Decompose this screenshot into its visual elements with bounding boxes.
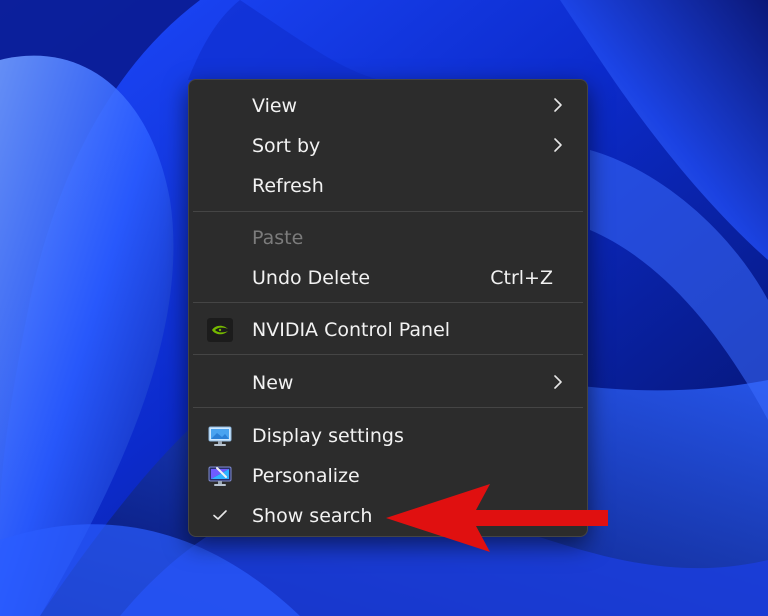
desktop-context-menu: View Sort by Refresh Paste Undo Delete C…	[188, 79, 588, 537]
menu-item-display-settings[interactable]: Display settings	[193, 417, 583, 455]
menu-item-undo-delete[interactable]: Undo Delete Ctrl+Z	[193, 259, 583, 297]
desktop[interactable]: View Sort by Refresh Paste Undo Delete C…	[0, 0, 768, 616]
menu-item-label: Display settings	[252, 425, 404, 447]
menu-item-view[interactable]: View	[193, 87, 583, 125]
menu-item-label: Personalize	[252, 465, 360, 487]
checkmark-icon	[213, 510, 227, 520]
menu-item-new[interactable]: New	[193, 364, 583, 402]
chevron-right-icon	[554, 138, 562, 152]
menu-item-refresh[interactable]: Refresh	[193, 167, 583, 205]
chevron-right-icon	[554, 375, 562, 389]
menu-separator	[193, 211, 583, 212]
menu-item-label: New	[252, 372, 294, 394]
menu-item-nvidia-control-panel[interactable]: NVIDIA Control Panel	[193, 311, 583, 349]
nvidia-icon	[207, 318, 233, 342]
display-settings-icon	[208, 426, 232, 446]
menu-separator	[193, 407, 583, 408]
menu-item-label: Paste	[252, 227, 304, 249]
menu-item-label: Sort by	[252, 135, 321, 157]
menu-item-sort-by[interactable]: Sort by	[193, 127, 583, 165]
shortcut-text: Ctrl+Z	[490, 267, 553, 289]
menu-item-label: Undo Delete	[252, 267, 371, 289]
menu-item-label: NVIDIA Control Panel	[252, 319, 451, 341]
menu-item-label: View	[252, 95, 298, 117]
chevron-right-icon	[554, 98, 562, 112]
menu-separator	[193, 302, 583, 303]
menu-separator	[193, 354, 583, 355]
personalize-icon	[208, 466, 232, 486]
menu-item-label: Show search	[252, 505, 373, 527]
menu-item-label: Refresh	[252, 175, 324, 197]
annotation-arrow	[386, 484, 608, 552]
menu-item-paste: Paste	[193, 219, 583, 257]
